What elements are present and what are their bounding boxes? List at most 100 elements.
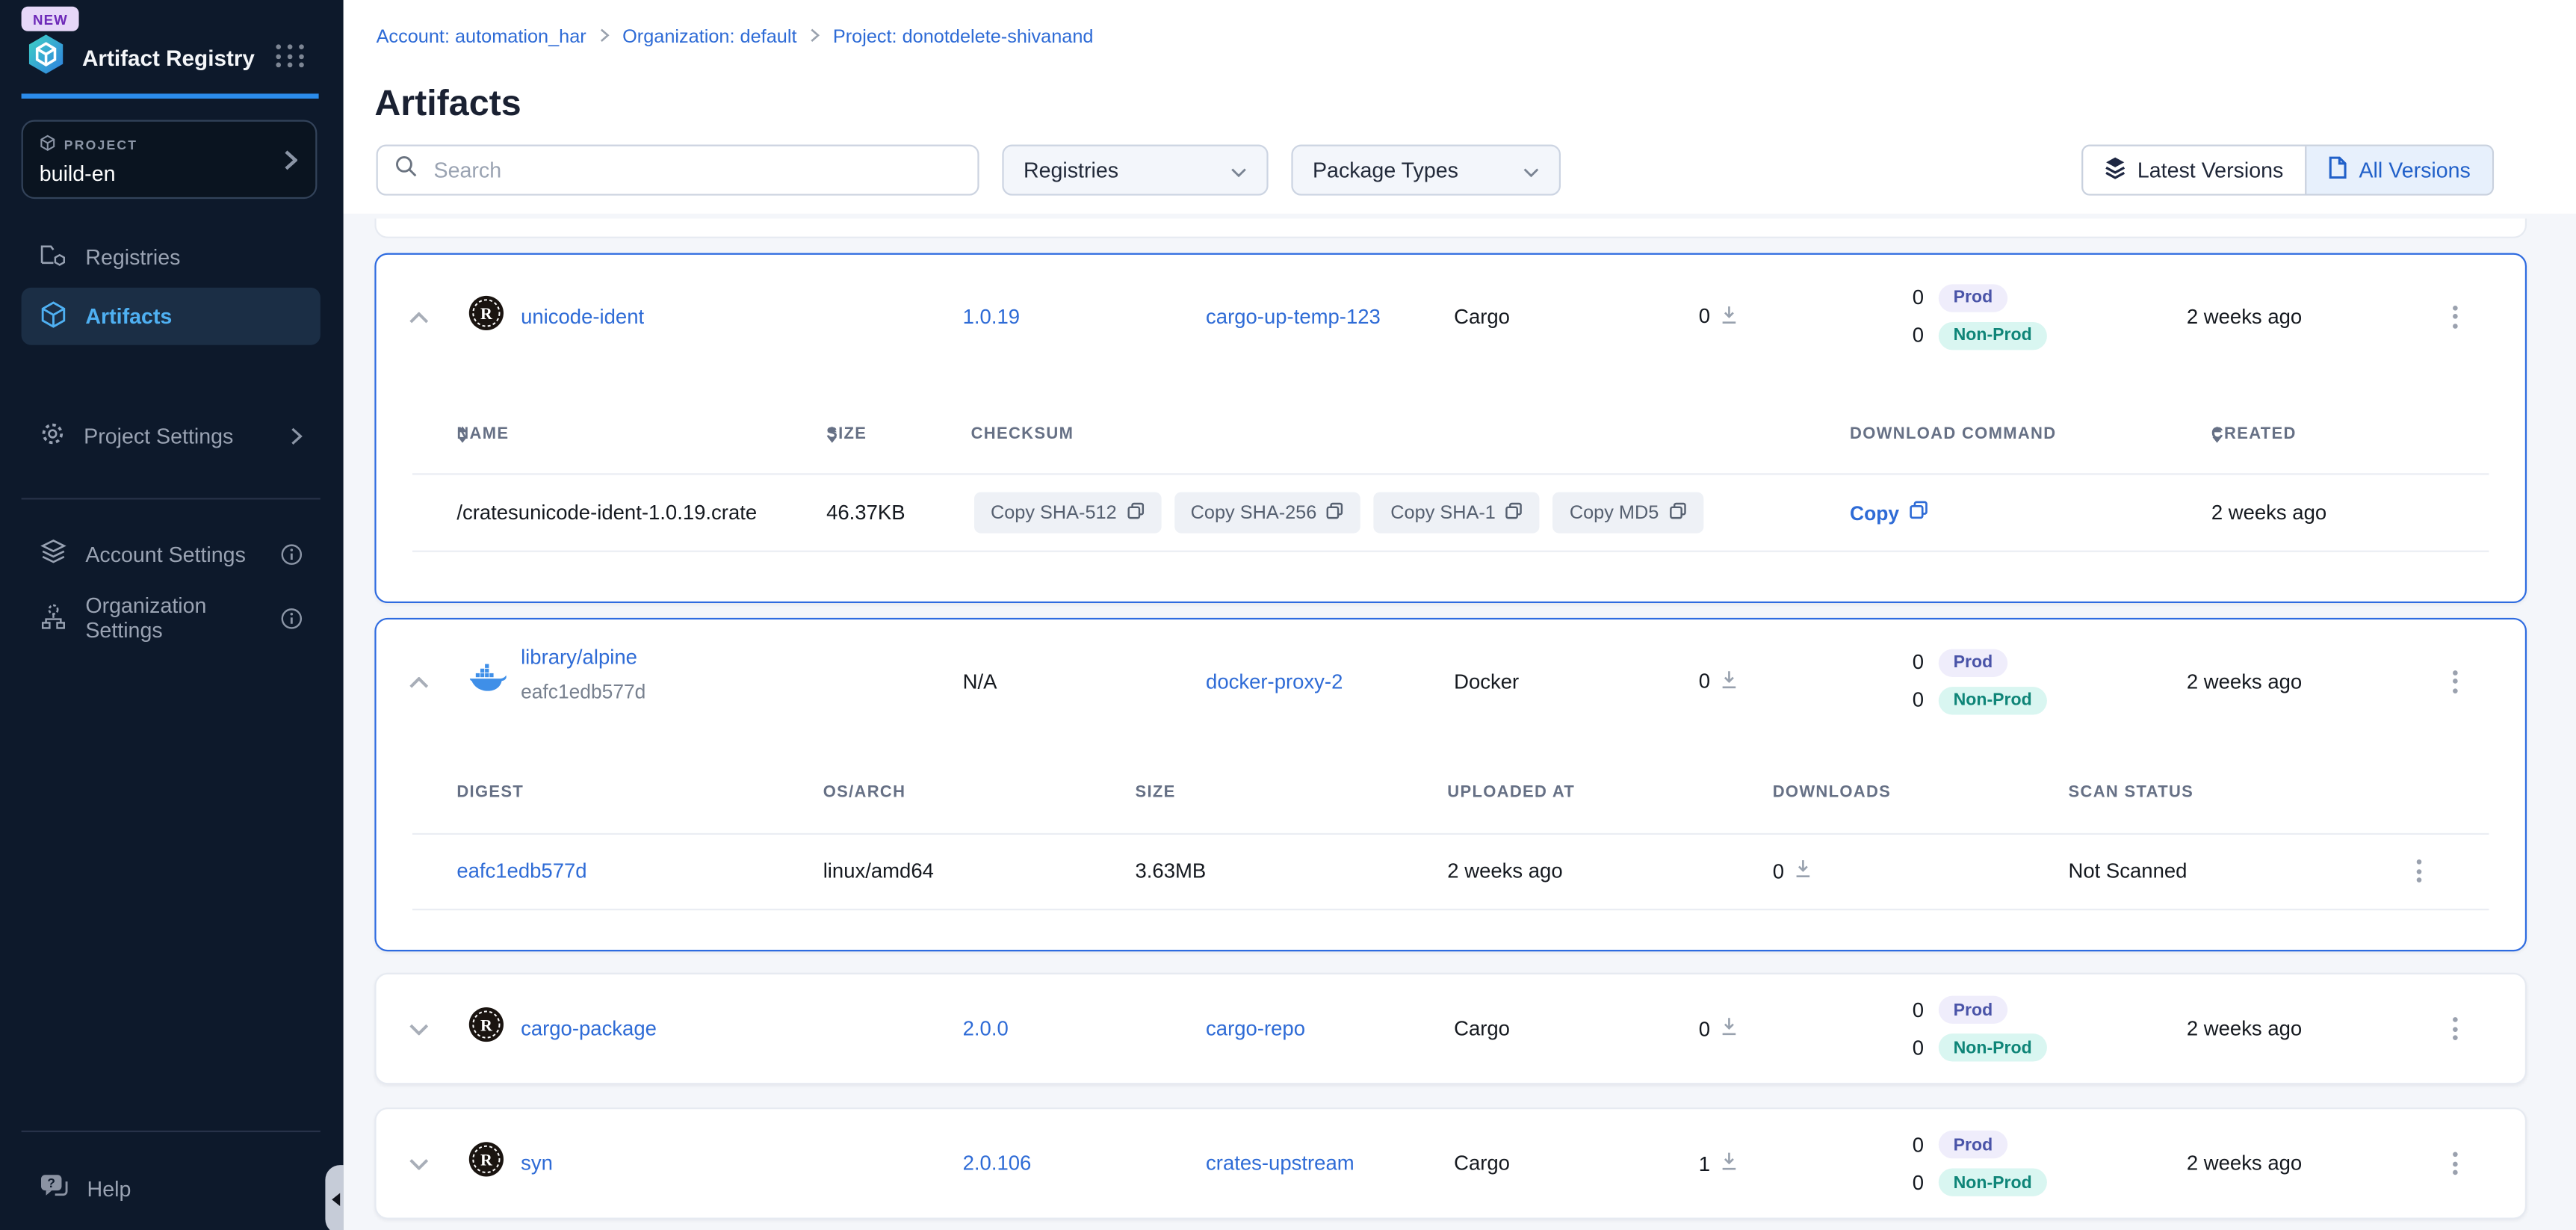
copy-icon [1505, 501, 1523, 525]
digest-link[interactable]: eafc1edb577d [456, 859, 586, 883]
app-title: Artifact Registry [82, 46, 255, 71]
registries-filter-dropdown[interactable]: Registries [1002, 145, 1268, 196]
artifact-registry-link[interactable]: cargo-up-temp-123 [1206, 305, 1381, 328]
download-icon [1720, 1151, 1738, 1175]
kebab-menu[interactable] [2438, 663, 2471, 699]
search-box [377, 145, 979, 196]
column-header: SCAN STATUS [2069, 784, 2194, 802]
artifact-row[interactable]: R cargo-package 2.0.0 cargo-repo Cargo 0… [377, 974, 2525, 1083]
artifact-card-library-alpine: library/alpine eafc1edb577d N/A docker-p… [374, 618, 2527, 951]
sort-icon[interactable] [456, 426, 468, 444]
sidebar-item-label: Artifacts [85, 304, 172, 329]
latest-versions-button[interactable]: Latest Versions [2083, 146, 2305, 194]
nonprod-badge: Non-Prod [1939, 1168, 2047, 1196]
file-icon [2328, 156, 2347, 184]
project-selector-label: PROJECT [64, 137, 138, 152]
copy-sha512-button[interactable]: Copy SHA-512 [974, 492, 1161, 534]
brand-underline [22, 93, 319, 97]
app-brand: Artifact Registry [25, 33, 255, 84]
info-icon[interactable] [281, 608, 303, 629]
info-icon[interactable] [281, 543, 303, 565]
sidebar-item-registries[interactable]: Registries [22, 232, 321, 281]
layers-gear-icon [40, 538, 67, 569]
table-divider [412, 551, 2489, 552]
copy-sha256-button[interactable]: Copy SHA-256 [1174, 492, 1361, 534]
artifact-version-link[interactable]: 2.0.0 [963, 1017, 1009, 1040]
rust-cargo-icon: R [468, 1141, 504, 1185]
column-header: DOWNLOAD COMMAND [1850, 426, 2056, 444]
registries-filter-label: Registries [1024, 158, 1118, 182]
artifact-row[interactable]: library/alpine eafc1edb577d N/A docker-p… [377, 619, 2525, 743]
created-date: 2 weeks ago [2187, 305, 2302, 328]
sidebar-item-artifacts[interactable]: Artifacts [22, 288, 321, 345]
artifact-row[interactable]: R unicode-ident 1.0.19 cargo-up-temp-123… [377, 255, 2525, 378]
breadcrumb-organization-link[interactable]: Organization: default [622, 28, 796, 47]
file-created: 2 weeks ago [2211, 501, 2326, 525]
sort-icon[interactable] [2211, 426, 2223, 444]
file-name: /cratesunicode-ident-1.0.19.crate [456, 501, 757, 525]
chevron-separator-icon [810, 28, 820, 47]
artifact-digest: eafc1edb577d [521, 680, 645, 703]
artifact-name-link[interactable]: unicode-ident [521, 305, 644, 328]
sidebar-collapse-handle[interactable] [325, 1165, 343, 1230]
expand-chevron-down-icon[interactable] [409, 1149, 429, 1178]
download-icon [1720, 669, 1738, 693]
sidebar-item-organization-settings[interactable]: Organization Settings [22, 593, 321, 643]
all-versions-button[interactable]: All Versions [2305, 146, 2492, 194]
package-type: Cargo [1454, 1152, 1510, 1175]
sidebar-item-account-settings[interactable]: Account Settings [22, 529, 321, 578]
copy-md5-button[interactable]: Copy MD5 [1553, 492, 1703, 534]
artifact-name-link[interactable]: cargo-package [521, 1017, 657, 1040]
expand-chevron-down-icon[interactable] [409, 1014, 429, 1044]
artifact-name-link[interactable]: library/alpine [521, 646, 637, 669]
artifact-registry-link[interactable]: cargo-repo [1206, 1017, 1305, 1040]
gear-icon [40, 420, 66, 451]
layers-icon [2105, 156, 2126, 184]
download-icon [1720, 304, 1738, 329]
kebab-menu[interactable] [2438, 298, 2471, 334]
artifact-registry-link[interactable]: crates-upstream [1206, 1152, 1354, 1175]
column-header: UPLOADED AT [1447, 784, 1575, 802]
app-grid-icon[interactable] [276, 44, 306, 67]
artifact-version-link[interactable]: 2.0.106 [963, 1152, 1032, 1175]
artifact-card-unicode-ident: R unicode-ident 1.0.19 cargo-up-temp-123… [374, 253, 2527, 603]
artifact-row[interactable]: R syn 2.0.106 crates-upstream Cargo 1 0P… [377, 1109, 2525, 1217]
artifact-name-link[interactable]: syn [521, 1152, 553, 1175]
nonprod-badge: Non-Prod [1939, 321, 2047, 349]
package-types-filter-dropdown[interactable]: Package Types [1291, 145, 1561, 196]
copy-sha1-button[interactable]: Copy SHA-1 [1374, 492, 1540, 534]
nonprod-badge: Non-Prod [1939, 1033, 2047, 1061]
sidebar-item-help[interactable]: ? Help [22, 1163, 321, 1213]
column-header: SIZE [1135, 784, 1175, 802]
chevron-right-icon [291, 427, 302, 445]
column-header: OS/ARCH [823, 784, 906, 802]
kebab-menu[interactable] [2438, 1146, 2471, 1181]
uploaded-at: 2 weeks ago [1447, 859, 1562, 883]
copy-download-command-link[interactable]: Copy [1850, 501, 1929, 525]
artifact-registry-logo-icon [25, 33, 67, 84]
rust-cargo-icon: R [468, 294, 504, 339]
chevron-separator-icon [599, 28, 609, 47]
breadcrumb-project-link[interactable]: Project: donotdelete-shivanand [833, 28, 1094, 47]
breadcrumb-account-link[interactable]: Account: automation_har [377, 28, 586, 47]
kebab-menu[interactable] [2402, 853, 2435, 888]
sidebar-item-label: Account Settings [85, 542, 246, 566]
env-badges: 0Prod 0Non-Prod [1904, 996, 2047, 1062]
scan-status: Not Scanned [2069, 859, 2188, 883]
sidebar-item-project-settings[interactable]: Project Settings [22, 411, 321, 460]
collapse-chevron-up-icon[interactable] [409, 302, 429, 332]
search-input[interactable] [430, 156, 961, 184]
docker-icon [468, 662, 508, 700]
artifacts-cube-icon [40, 300, 67, 333]
artifact-version-link[interactable]: 1.0.19 [963, 305, 1020, 328]
registries-icon [40, 241, 67, 272]
created-date: 2 weeks ago [2187, 1152, 2302, 1175]
artifact-registry-link[interactable]: docker-proxy-2 [1206, 670, 1343, 693]
prod-badge: Prod [1939, 283, 2007, 311]
sidebar-item-label: Help [87, 1175, 131, 1200]
collapse-chevron-up-icon[interactable] [409, 667, 429, 696]
kebab-menu[interactable] [2438, 1010, 2471, 1046]
sort-icon[interactable] [826, 426, 837, 444]
project-selector[interactable]: PROJECT build-en [22, 120, 318, 200]
env-badges: 0Prod 0Non-Prod [1904, 648, 2047, 714]
